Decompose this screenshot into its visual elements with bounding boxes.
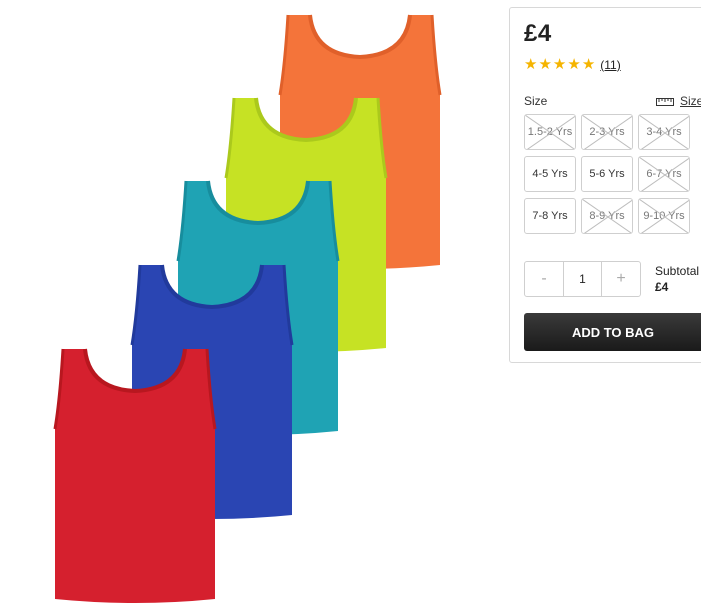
size-option-label: 5-6 Yrs [589,168,625,180]
subtotal-label: Subtotal [655,264,700,278]
star-icon: ★ [552,56,567,73]
unavailable-cross-icon [639,157,689,191]
size-option[interactable]: 7-8 Yrs [524,198,576,234]
size-option[interactable]: 3-4 Yrs [638,114,690,150]
unavailable-cross-icon [639,199,689,233]
product-image [0,0,505,607]
quantity-stepper: - 1 + [524,261,641,297]
size-option[interactable]: 4-5 Yrs [524,156,576,192]
star-icon: ★ [524,56,538,73]
size-option[interactable]: 6-7 Yrs [638,156,690,192]
quantity-input[interactable]: 1 [563,262,602,296]
product-panel: £4 ★★★★★ (11) Size Size 1.5-2 Yrs2-3 Yrs… [509,7,701,363]
review-count-link[interactable]: (11) [600,58,620,72]
subtotal: Subtotal £4 [655,264,699,294]
size-option[interactable]: 8-9 Yrs [581,198,633,234]
rating: ★ ★ ★ ★ ★ (11) [524,57,621,72]
size-option[interactable]: 1.5-2 Yrs [524,114,576,150]
size-option[interactable]: 2-3 Yrs [581,114,633,150]
star-icon: ★ [538,56,552,73]
ruler-icon [656,97,674,106]
size-guide-link[interactable]: Size [656,94,701,108]
quantity-increase-button[interactable]: + [602,262,640,296]
unavailable-cross-icon [582,115,632,149]
quantity-decrease-button[interactable]: - [525,262,563,296]
size-label: Size [524,94,548,108]
product-price: £4 [524,20,552,47]
unavailable-cross-icon [525,115,575,149]
size-option-label: 7-8 Yrs [532,210,568,222]
star-icon: ★ [567,56,581,73]
unavailable-cross-icon [639,115,689,149]
add-to-bag-button[interactable]: ADD TO BAG [524,313,701,351]
size-option[interactable]: 9-10 Yrs [638,198,690,234]
size-guide-label: Size [680,94,701,108]
star-icon: ★ [581,56,596,73]
size-option-label: 4-5 Yrs [532,168,568,180]
unavailable-cross-icon [582,199,632,233]
vests-multipack-image [53,14,442,603]
size-option[interactable]: 5-6 Yrs [581,156,633,192]
rating-stars: ★ ★ ★ ★ ★ [524,57,595,72]
subtotal-value: £4 [655,280,669,294]
